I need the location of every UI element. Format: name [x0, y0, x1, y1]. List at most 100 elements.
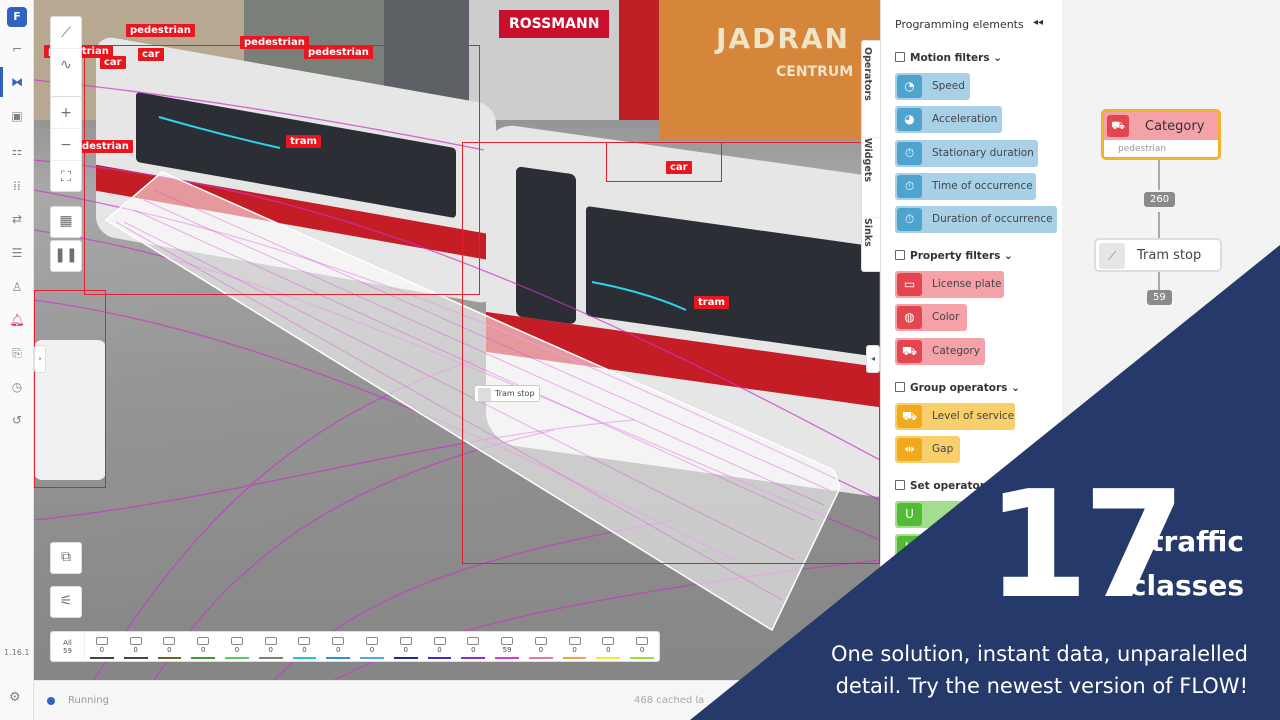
- vehicle-class-icon: [332, 637, 345, 645]
- bbox-tram: [84, 45, 480, 295]
- tab-widgets[interactable]: Widgets: [862, 137, 882, 215]
- draw-scene-icon[interactable]: ⌐: [9, 42, 25, 56]
- stopwatch-icon: ⏱: [897, 142, 922, 165]
- class-count: 0: [99, 646, 105, 654]
- class-counter[interactable]: 0: [355, 632, 389, 661]
- class-counter[interactable]: 0: [186, 632, 220, 661]
- category-icon: ⛟: [1107, 115, 1129, 137]
- class-counter[interactable]: 0: [591, 632, 625, 661]
- class-counter[interactable]: 0: [625, 632, 659, 661]
- node-tram-stop[interactable]: ⟋ Tram stop: [1094, 238, 1222, 272]
- element-category[interactable]: ⛟ Category: [895, 338, 985, 365]
- class-counter[interactable]: 0: [558, 632, 592, 661]
- tram-stop-zone-label[interactable]: Tram stop: [474, 385, 540, 402]
- version-label: 1.16.1: [4, 648, 30, 657]
- class-counter[interactable]: 0: [456, 632, 490, 661]
- class-counter[interactable]: 0: [153, 632, 187, 661]
- element-duration-of-occurrence[interactable]: ⏱ Duration of occurrence: [895, 206, 1057, 233]
- expand-left-icon[interactable]: ›: [34, 345, 46, 373]
- bell-icon[interactable]: 🔔︎: [9, 313, 25, 327]
- layers-icon[interactable]: ⧉: [50, 542, 82, 574]
- class-count: 0: [234, 646, 240, 654]
- vehicle-class-icon: [163, 637, 176, 645]
- section-set-operators[interactable]: Set operator: [895, 480, 985, 492]
- class-counter[interactable]: 0: [220, 632, 254, 661]
- collapse-panel-icon[interactable]: ◂: [866, 345, 880, 373]
- users-icon[interactable]: ♙: [9, 280, 25, 294]
- class-counter[interactable]: 0: [85, 632, 119, 661]
- node-category[interactable]: ⛟ Category pedestrian: [1101, 109, 1221, 160]
- class-counter[interactable]: 0: [389, 632, 423, 661]
- element-gap[interactable]: ⇹ Gap: [895, 436, 960, 463]
- collapse-icon[interactable]: ◂◂: [1033, 17, 1043, 28]
- class-all[interactable]: All 59: [51, 632, 85, 661]
- class-counter[interactable]: 59: [490, 632, 524, 661]
- class-counter[interactable]: 0: [321, 632, 355, 661]
- transfer-icon[interactable]: ⇄: [9, 212, 25, 226]
- grid-icon[interactable]: ⁞⁞: [9, 179, 25, 193]
- class-count: 0: [572, 646, 577, 654]
- class-count: 0: [403, 646, 408, 654]
- element-union[interactable]: U: [895, 501, 975, 528]
- acceleration-icon: ◕: [897, 108, 922, 131]
- promo-tagline: One solution, instant data, unparalelled…: [831, 642, 1248, 698]
- element-union[interactable]: U: [895, 534, 975, 561]
- settings-icon[interactable]: ⚙: [9, 690, 21, 705]
- video-view[interactable]: ROSSMANN JADRAN CENTRUM pedestrian pedes…: [34, 0, 880, 680]
- class-color-bar: [258, 657, 283, 659]
- stopwatch-icon: ⏱: [897, 208, 922, 231]
- pause-icon[interactable]: ❚❚: [50, 240, 82, 272]
- element-level-of-service[interactable]: ⛟ Level of service: [895, 403, 1015, 430]
- element-stationary-duration[interactable]: ⏱ Stationary duration: [895, 140, 1038, 167]
- class-count: 0: [639, 646, 645, 654]
- export-icon[interactable]: ⎘: [9, 346, 25, 360]
- vehicle-class-icon: [568, 637, 581, 645]
- flow-icon[interactable]: ⧓: [9, 75, 25, 89]
- class-counter[interactable]: 0: [288, 632, 322, 661]
- vehicle-class-icon: [467, 637, 480, 645]
- vehicle-class-icon: [95, 637, 108, 645]
- widgets-icon[interactable]: ▣: [9, 109, 25, 123]
- section-property-filters[interactable]: Property filters ⌄: [895, 250, 1013, 262]
- app-logo[interactable]: F: [7, 7, 27, 27]
- element-license-plate[interactable]: ▭ License plate: [895, 271, 1004, 298]
- operators-icon[interactable]: ⚏: [9, 144, 25, 158]
- object-label: car: [666, 161, 692, 174]
- line-tool-icon[interactable]: ∿: [51, 49, 81, 81]
- history-icon[interactable]: ↺: [9, 413, 25, 427]
- class-count: 0: [167, 646, 172, 654]
- class-counter[interactable]: 0: [423, 632, 457, 661]
- fit-icon[interactable]: ⛶: [51, 161, 81, 193]
- zoom-in-icon[interactable]: +: [51, 97, 81, 129]
- tab-sinks[interactable]: Sinks: [862, 217, 882, 271]
- zone-icon: ⟋: [1099, 243, 1125, 269]
- section-motion-filters[interactable]: Motion filters ⌄: [895, 52, 1002, 64]
- object-label: tram: [286, 135, 321, 148]
- section-group-operators[interactable]: Group operators ⌄: [895, 382, 1020, 394]
- connector: [1158, 160, 1160, 190]
- active-indicator: [0, 67, 3, 97]
- gap-icon: ⇹: [897, 438, 922, 461]
- vehicle-class-icon: [636, 637, 649, 645]
- clock-icon[interactable]: ◷: [9, 380, 25, 394]
- object-label: pedestrian: [126, 24, 195, 37]
- class-counter[interactable]: 0: [254, 632, 288, 661]
- class-color-bar: [630, 657, 655, 659]
- element-color[interactable]: ◍ Color: [895, 304, 967, 331]
- vehicle-class-icon: [602, 637, 615, 645]
- storage-icon[interactable]: ☰: [9, 246, 25, 260]
- vehicle-class-icon: [129, 637, 142, 645]
- class-counter[interactable]: 0: [119, 632, 153, 661]
- zoom-out-icon[interactable]: −: [51, 129, 81, 161]
- polygon-tool-icon[interactable]: ⟋: [51, 17, 81, 49]
- count-badge: 260: [1144, 192, 1176, 207]
- display-options-icon[interactable]: ⚟: [50, 586, 82, 618]
- class-color-bar: [461, 657, 486, 659]
- element-acceleration[interactable]: ◕ Acceleration: [895, 106, 1002, 133]
- element-speed[interactable]: ◔ Speed: [895, 73, 970, 100]
- zoom-tools: + − ⛶: [50, 96, 82, 192]
- class-counter[interactable]: 0: [524, 632, 558, 661]
- grid-toggle-icon[interactable]: ▦: [50, 206, 82, 238]
- tab-operators[interactable]: Operators: [862, 47, 882, 125]
- element-time-of-occurrence[interactable]: ⏱ Time of occurrence: [895, 173, 1036, 200]
